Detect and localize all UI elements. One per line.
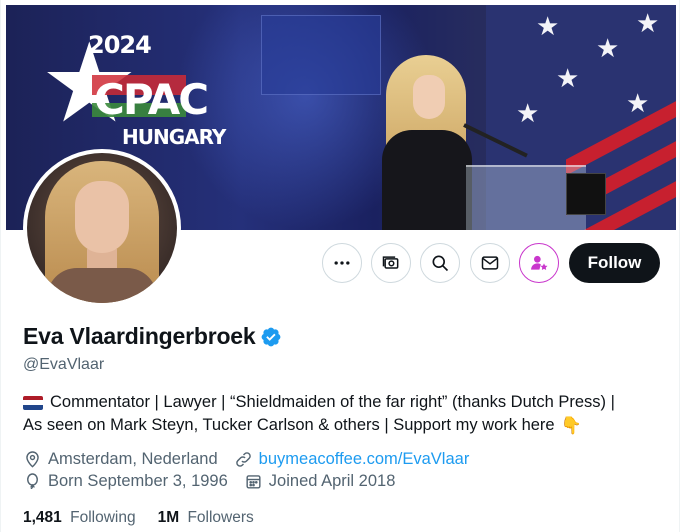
website-link[interactable]: buymeacoffee.com/EvaVlaar bbox=[259, 450, 470, 469]
search-button[interactable] bbox=[420, 243, 460, 283]
location-text: Amsterdam, Nederland bbox=[48, 450, 218, 468]
profile-meta-row: Born September 3, 1996 Joined April 2018 bbox=[23, 472, 411, 491]
follow-stats: 1,481 Following 1M Followers bbox=[23, 509, 276, 527]
person-star-icon bbox=[531, 255, 548, 270]
verified-badge-icon[interactable] bbox=[260, 326, 282, 348]
location-item: Amsterdam, Nederland bbox=[23, 450, 218, 469]
calendar-icon bbox=[246, 475, 261, 489]
event-year: 2024 bbox=[88, 31, 152, 59]
profile-name-row: Eva Vlaardingerbroek bbox=[23, 323, 282, 350]
speaker-face bbox=[413, 75, 445, 119]
link-icon bbox=[235, 452, 251, 467]
stage-screen bbox=[261, 15, 381, 95]
bio-line: Commentator | Lawyer | “Shieldmaiden of … bbox=[23, 391, 663, 414]
notification-button[interactable] bbox=[519, 243, 559, 283]
joined-item: Joined April 2018 bbox=[244, 472, 396, 491]
following-label: Following bbox=[70, 509, 136, 526]
flag-star-icon: ★ bbox=[516, 98, 540, 128]
bio-line: As seen on Mark Steyn, Tucker Carlson & … bbox=[23, 414, 663, 437]
following-count: 1,481 bbox=[23, 509, 62, 526]
profile-handle: @EvaVlaar bbox=[23, 356, 105, 373]
flag-star-icon: ★ bbox=[626, 88, 650, 118]
flag-star-icon: ★ bbox=[556, 63, 580, 93]
avatar-image bbox=[27, 153, 177, 303]
joined-text: Joined April 2018 bbox=[268, 472, 396, 490]
event-country: HUNGARY bbox=[122, 125, 226, 149]
balloon-icon bbox=[27, 473, 38, 490]
profile-bio: Commentator | Lawyer | “Shieldmaiden of … bbox=[23, 391, 663, 437]
following-link[interactable]: 1,481 Following bbox=[23, 509, 136, 527]
subscribe-icon bbox=[382, 256, 399, 269]
netherlands-flag-icon bbox=[23, 395, 43, 410]
message-button[interactable] bbox=[470, 243, 510, 283]
followers-link[interactable]: 1M Followers bbox=[158, 509, 254, 527]
birthday-item: Born September 3, 1996 bbox=[23, 472, 228, 491]
more-button[interactable] bbox=[322, 243, 362, 283]
profile-name: Eva Vlaardingerbroek bbox=[23, 323, 256, 349]
bio-text-line-2: As seen on Mark Steyn, Tucker Carlson & … bbox=[23, 416, 555, 434]
event-name: CPAC bbox=[94, 75, 209, 124]
followers-label: Followers bbox=[187, 509, 254, 526]
envelope-icon bbox=[481, 256, 499, 270]
profile-avatar[interactable] bbox=[23, 149, 181, 307]
birthday-text: Born September 3, 1996 bbox=[48, 472, 228, 490]
profile-meta-row: Amsterdam, Nederland buymeacoffee.com/Ev… bbox=[23, 450, 485, 469]
flag-star-icon: ★ bbox=[536, 11, 560, 41]
bio-text-line-1: Commentator | Lawyer | “Shieldmaiden of … bbox=[50, 393, 615, 411]
more-horizontal-icon bbox=[334, 261, 350, 265]
follow-button[interactable]: Follow bbox=[569, 243, 660, 283]
flag-star-icon: ★ bbox=[636, 8, 660, 38]
podium-sign bbox=[566, 173, 606, 215]
flag-star-icon: ★ bbox=[596, 33, 620, 63]
followers-count: 1M bbox=[157, 509, 180, 526]
pointing-down-hand-icon: 👇 bbox=[560, 416, 582, 435]
speaker-body bbox=[382, 130, 472, 230]
profile-page: ★ 2024 CPAC HUNGARY ★ ★ ★ ★ ★ ★ Follow E… bbox=[0, 0, 680, 532]
search-icon bbox=[432, 255, 449, 272]
subscribe-button[interactable] bbox=[371, 243, 411, 283]
location-pin-icon bbox=[26, 451, 39, 468]
website-item[interactable]: buymeacoffee.com/EvaVlaar bbox=[234, 450, 470, 469]
